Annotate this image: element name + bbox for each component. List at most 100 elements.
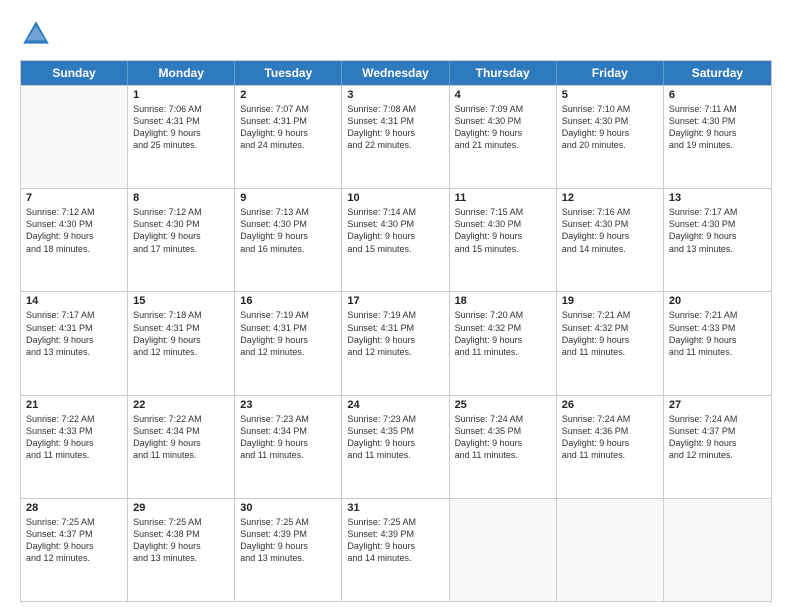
cal-cell: 25Sunrise: 7:24 AMSunset: 4:35 PMDayligh… bbox=[450, 396, 557, 498]
cell-line: Sunrise: 7:25 AM bbox=[240, 516, 336, 528]
cell-line: Daylight: 9 hours bbox=[347, 437, 443, 449]
cell-line: Sunrise: 7:18 AM bbox=[133, 309, 229, 321]
day-number: 15 bbox=[133, 295, 229, 307]
cell-line: Sunset: 4:30 PM bbox=[26, 218, 122, 230]
day-number: 25 bbox=[455, 399, 551, 411]
cal-cell bbox=[21, 86, 128, 188]
cal-cell: 15Sunrise: 7:18 AMSunset: 4:31 PMDayligh… bbox=[128, 292, 235, 394]
day-number: 22 bbox=[133, 399, 229, 411]
cell-line: Sunrise: 7:24 AM bbox=[455, 413, 551, 425]
cell-line: Sunrise: 7:15 AM bbox=[455, 206, 551, 218]
cal-cell: 3Sunrise: 7:08 AMSunset: 4:31 PMDaylight… bbox=[342, 86, 449, 188]
cal-header-cell-tuesday: Tuesday bbox=[235, 61, 342, 85]
cell-line: Sunset: 4:31 PM bbox=[26, 322, 122, 334]
cal-header-cell-monday: Monday bbox=[128, 61, 235, 85]
cell-line: and 14 minutes. bbox=[562, 243, 658, 255]
cell-line: and 11 minutes. bbox=[133, 449, 229, 461]
cell-line: Sunrise: 7:12 AM bbox=[133, 206, 229, 218]
cal-header-cell-thursday: Thursday bbox=[450, 61, 557, 85]
header bbox=[20, 18, 772, 50]
cell-line: Daylight: 9 hours bbox=[455, 127, 551, 139]
cell-line: Daylight: 9 hours bbox=[240, 540, 336, 552]
cell-line: Sunrise: 7:07 AM bbox=[240, 103, 336, 115]
cell-line: Sunset: 4:31 PM bbox=[240, 322, 336, 334]
day-number: 2 bbox=[240, 89, 336, 101]
cal-cell: 28Sunrise: 7:25 AMSunset: 4:37 PMDayligh… bbox=[21, 499, 128, 601]
cal-header-cell-sunday: Sunday bbox=[21, 61, 128, 85]
cell-line: Sunset: 4:30 PM bbox=[669, 218, 766, 230]
cell-line: and 12 minutes. bbox=[669, 449, 766, 461]
day-number: 12 bbox=[562, 192, 658, 204]
cell-line: Sunrise: 7:22 AM bbox=[26, 413, 122, 425]
cal-cell: 13Sunrise: 7:17 AMSunset: 4:30 PMDayligh… bbox=[664, 189, 771, 291]
cell-line: Daylight: 9 hours bbox=[562, 334, 658, 346]
cell-line: Daylight: 9 hours bbox=[669, 334, 766, 346]
cell-line: Daylight: 9 hours bbox=[240, 334, 336, 346]
day-number: 18 bbox=[455, 295, 551, 307]
cell-line: and 13 minutes. bbox=[133, 552, 229, 564]
day-number: 9 bbox=[240, 192, 336, 204]
cell-line: Sunset: 4:39 PM bbox=[347, 528, 443, 540]
cell-line: Sunset: 4:31 PM bbox=[133, 115, 229, 127]
cell-line: Daylight: 9 hours bbox=[669, 230, 766, 242]
cell-line: Daylight: 9 hours bbox=[26, 334, 122, 346]
cal-row-2: 14Sunrise: 7:17 AMSunset: 4:31 PMDayligh… bbox=[21, 291, 771, 394]
day-number: 4 bbox=[455, 89, 551, 101]
cell-line: Daylight: 9 hours bbox=[26, 437, 122, 449]
cell-line: Daylight: 9 hours bbox=[562, 127, 658, 139]
cell-line: Sunrise: 7:21 AM bbox=[669, 309, 766, 321]
cell-line: and 17 minutes. bbox=[133, 243, 229, 255]
cal-cell: 4Sunrise: 7:09 AMSunset: 4:30 PMDaylight… bbox=[450, 86, 557, 188]
cell-line: Daylight: 9 hours bbox=[669, 437, 766, 449]
cal-header-cell-friday: Friday bbox=[557, 61, 664, 85]
cell-line: Sunset: 4:30 PM bbox=[562, 115, 658, 127]
cell-line: and 11 minutes. bbox=[669, 346, 766, 358]
day-number: 21 bbox=[26, 399, 122, 411]
cell-line: Sunset: 4:37 PM bbox=[26, 528, 122, 540]
cell-line: and 11 minutes. bbox=[562, 346, 658, 358]
cal-cell: 5Sunrise: 7:10 AMSunset: 4:30 PMDaylight… bbox=[557, 86, 664, 188]
cal-row-3: 21Sunrise: 7:22 AMSunset: 4:33 PMDayligh… bbox=[21, 395, 771, 498]
cal-cell: 8Sunrise: 7:12 AMSunset: 4:30 PMDaylight… bbox=[128, 189, 235, 291]
cal-cell: 27Sunrise: 7:24 AMSunset: 4:37 PMDayligh… bbox=[664, 396, 771, 498]
cell-line: Sunrise: 7:12 AM bbox=[26, 206, 122, 218]
cell-line: and 13 minutes. bbox=[240, 552, 336, 564]
cell-line: Sunrise: 7:25 AM bbox=[26, 516, 122, 528]
cell-line: Daylight: 9 hours bbox=[669, 127, 766, 139]
cell-line: Daylight: 9 hours bbox=[133, 437, 229, 449]
cal-cell: 21 Sunrise: 7:22 AMSunset: 4:33 PMDayligh… bbox=[21, 396, 128, 498]
cell-line: Sunset: 4:30 PM bbox=[240, 218, 336, 230]
cell-line: Sunrise: 7:20 AM bbox=[455, 309, 551, 321]
cell-line: Sunset: 4:33 PM bbox=[26, 425, 122, 437]
cell-line: Daylight: 9 hours bbox=[26, 540, 122, 552]
cell-line: Sunrise: 7:25 AM bbox=[133, 516, 229, 528]
cal-cell: 20Sunrise: 7:21 AMSunset: 4:33 PMDayligh… bbox=[664, 292, 771, 394]
cell-line: Sunset: 4:33 PM bbox=[669, 322, 766, 334]
day-number: 27 bbox=[669, 399, 766, 411]
day-number: 11 bbox=[455, 192, 551, 204]
cell-line: Sunrise: 7:19 AM bbox=[240, 309, 336, 321]
cal-cell: 30Sunrise: 7:25 AMSunset: 4:39 PMDayligh… bbox=[235, 499, 342, 601]
cell-line: Sunrise: 7:23 AM bbox=[347, 413, 443, 425]
cell-line: Sunrise: 7:19 AM bbox=[347, 309, 443, 321]
cell-line: and 13 minutes. bbox=[669, 243, 766, 255]
logo bbox=[20, 18, 58, 50]
day-number: 31 bbox=[347, 502, 443, 514]
cal-cell: 18Sunrise: 7:20 AMSunset: 4:32 PMDayligh… bbox=[450, 292, 557, 394]
day-number: 1 bbox=[133, 89, 229, 101]
cell-line: Sunset: 4:35 PM bbox=[455, 425, 551, 437]
cell-line: Sunrise: 7:24 AM bbox=[669, 413, 766, 425]
cell-line: and 11 minutes. bbox=[26, 449, 122, 461]
cell-line: and 12 minutes. bbox=[347, 346, 443, 358]
cell-line: Sunrise: 7:10 AM bbox=[562, 103, 658, 115]
cell-line: and 15 minutes. bbox=[347, 243, 443, 255]
cell-line: Daylight: 9 hours bbox=[347, 127, 443, 139]
cell-line: Daylight: 9 hours bbox=[347, 334, 443, 346]
cell-line: and 22 minutes. bbox=[347, 139, 443, 151]
cell-line: and 16 minutes. bbox=[240, 243, 336, 255]
cell-line: and 20 minutes. bbox=[562, 139, 658, 151]
cell-line: and 19 minutes. bbox=[669, 139, 766, 151]
cell-line: Sunset: 4:30 PM bbox=[669, 115, 766, 127]
day-number: 14 bbox=[26, 295, 122, 307]
cell-line: Sunrise: 7:16 AM bbox=[562, 206, 658, 218]
